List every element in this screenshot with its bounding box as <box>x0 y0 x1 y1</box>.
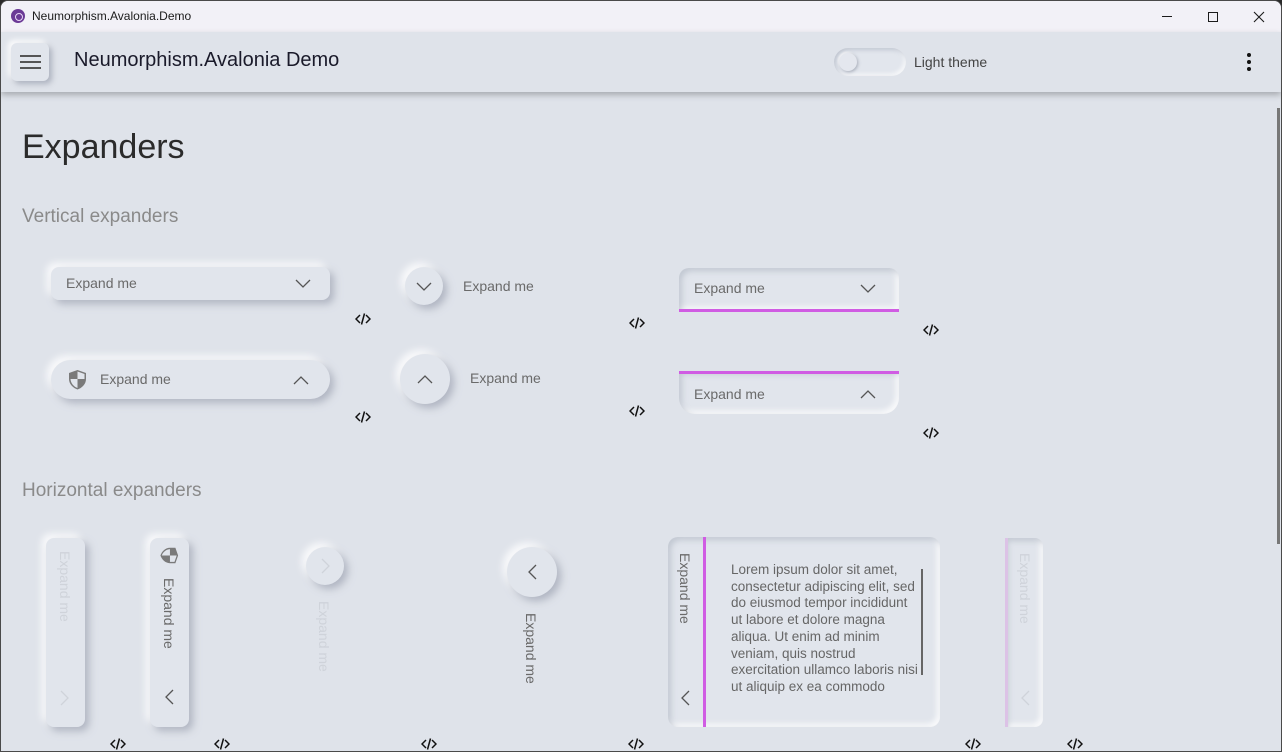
content-area: Expanders Vertical expanders Expand me E… <box>1 92 1271 751</box>
expander-header[interactable]: Expand me <box>463 278 534 294</box>
expander-header[interactable]: Expand me <box>470 370 541 386</box>
code-icon[interactable] <box>1066 737 1084 751</box>
horizontal-expander-4-toggle[interactable] <box>507 547 557 597</box>
maximize-icon <box>1208 11 1218 22</box>
accent-line <box>679 309 899 312</box>
expander-header: Expand me <box>694 280 765 296</box>
code-icon[interactable] <box>420 737 438 751</box>
minimize-icon <box>1162 16 1172 17</box>
chevron-down-icon <box>860 284 876 294</box>
close-button[interactable] <box>1236 1 1281 32</box>
code-icon[interactable] <box>354 410 372 424</box>
minimize-button[interactable] <box>1144 1 1190 32</box>
window-title: Neumorphism.Avalonia.Demo <box>32 9 192 23</box>
horizontal-expander-2[interactable]: Expand me <box>150 538 189 727</box>
menu-button[interactable] <box>11 43 49 81</box>
content-scrollbar[interactable] <box>921 569 923 675</box>
theme-toggle-label: Light theme <box>914 54 988 70</box>
app-window: Neumorphism.Avalonia.Demo Neumorphism.Av… <box>0 0 1282 752</box>
theme-toggle-switch[interactable] <box>834 48 906 76</box>
page-scrollbar[interactable] <box>1277 108 1280 544</box>
more-vertical-icon <box>1247 53 1251 57</box>
code-icon[interactable] <box>354 312 372 326</box>
horizontal-expander-6: Expand me <box>1005 538 1043 727</box>
section-title-horizontal: Horizontal expanders <box>22 480 202 501</box>
vertical-expander-1[interactable]: Expand me <box>51 267 330 300</box>
app-bar: Neumorphism.Avalonia Demo Light theme <box>1 32 1281 92</box>
more-options-button[interactable] <box>1239 49 1259 75</box>
chevron-left-icon <box>164 689 174 705</box>
code-icon[interactable] <box>627 737 645 751</box>
vertical-expander-5[interactable]: Expand me <box>679 268 899 312</box>
close-icon <box>1253 11 1265 22</box>
horizontal-expander-1: Expand me <box>46 538 85 727</box>
chevron-right-icon <box>321 558 331 574</box>
expander-header: Expand me <box>161 578 177 649</box>
chevron-left-icon <box>527 564 537 580</box>
chevron-up-icon <box>293 375 309 385</box>
code-icon[interactable] <box>922 323 940 337</box>
expander-header: Expand me <box>57 551 73 622</box>
chevron-down-icon <box>295 279 311 289</box>
vertical-expander-2[interactable]: Expand me <box>51 360 330 399</box>
section-title-vertical: Vertical expanders <box>22 206 179 227</box>
title-bar: Neumorphism.Avalonia.Demo <box>1 1 1281 32</box>
chevron-right-icon <box>60 690 70 706</box>
shield-icon <box>68 369 87 390</box>
accent-line <box>679 371 899 374</box>
accent-line <box>1005 538 1008 727</box>
expander-header[interactable]: Expand me <box>523 613 539 684</box>
hamburger-icon <box>19 55 41 57</box>
accent-line <box>703 537 706 727</box>
vertical-expander-4-toggle[interactable] <box>400 354 450 404</box>
code-icon[interactable] <box>628 316 646 330</box>
chevron-left-icon <box>680 690 690 706</box>
vertical-expander-6[interactable]: Expand me <box>679 371 899 414</box>
code-icon[interactable] <box>964 737 982 751</box>
app-logo-icon <box>11 9 25 23</box>
expander-header: Expand me <box>677 553 693 624</box>
expander-content-text: Lorem ipsum dolor sit amet, consectetur … <box>731 562 918 694</box>
code-icon[interactable] <box>213 737 231 751</box>
code-icon[interactable] <box>922 426 940 440</box>
code-icon[interactable] <box>109 737 127 751</box>
expander-header: Expand me <box>1017 553 1033 624</box>
page-title: Expanders <box>22 128 185 166</box>
code-icon[interactable] <box>628 404 646 418</box>
expander-header: Expand me <box>100 371 171 387</box>
toggle-knob <box>839 53 857 71</box>
horizontal-expander-5[interactable]: Expand me Lorem ipsum dolor sit amet, co… <box>668 537 940 727</box>
app-title: Neumorphism.Avalonia Demo <box>74 49 340 71</box>
chevron-up-icon <box>860 389 876 399</box>
chevron-up-icon <box>417 374 433 384</box>
shield-icon <box>160 545 179 566</box>
expander-header: Expand me <box>316 601 332 672</box>
expander-header: Expand me <box>66 275 137 291</box>
maximize-button[interactable] <box>1190 1 1236 32</box>
vertical-expander-3-toggle[interactable] <box>405 267 443 305</box>
chevron-down-icon <box>416 282 432 292</box>
horizontal-expander-3-toggle <box>306 547 344 585</box>
chevron-left-icon <box>1020 690 1030 706</box>
expander-header: Expand me <box>694 386 765 402</box>
